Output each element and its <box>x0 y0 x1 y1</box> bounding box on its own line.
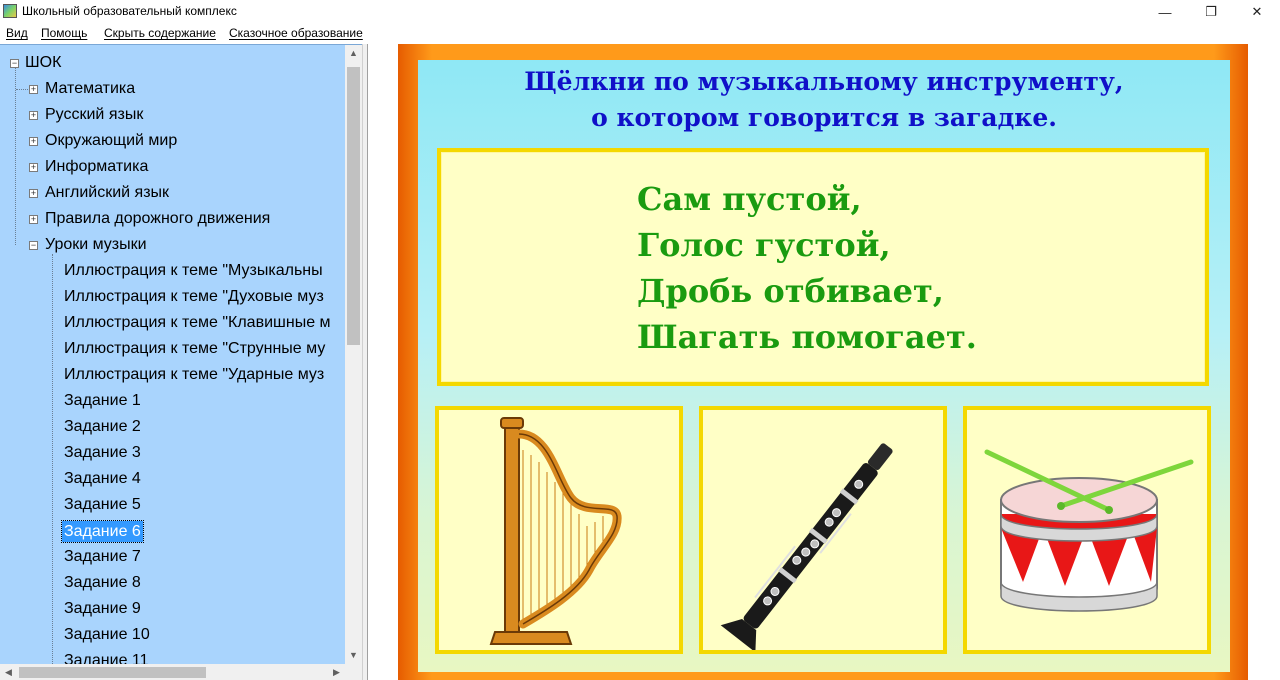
maximize-button[interactable]: ❐ <box>1188 0 1234 24</box>
scroll-down-icon[interactable]: ▼ <box>345 647 362 664</box>
tree-item-task-selected[interactable]: Задание 6 <box>61 520 144 543</box>
tree-item-task[interactable]: Задание 8 <box>64 572 141 594</box>
tree-item-world[interactable]: Окружающий мир <box>45 130 177 152</box>
scroll-thumb[interactable] <box>19 667 206 678</box>
tree-vertical-scrollbar[interactable]: ▲ ▼ <box>345 45 362 664</box>
scroll-right-icon[interactable]: ▶ <box>328 664 345 680</box>
tree-item-illustration[interactable]: Иллюстрация к теме "Музыкальны <box>64 260 323 282</box>
menu-bar: Вид Помощь Скрыть содержание Сказочное о… <box>0 24 1280 44</box>
tree-expander[interactable]: + <box>29 163 38 172</box>
menu-fairy-education[interactable]: Сказочное образование <box>229 26 363 40</box>
tree-item-english[interactable]: Английский язык <box>45 182 169 204</box>
drum-icon <box>984 449 1194 612</box>
tree-item-illustration[interactable]: Иллюстрация к теме "Клавишные м <box>64 312 331 334</box>
riddle-line: Шагать помогает. <box>637 318 977 356</box>
window-title: Школьный образовательный комплекс <box>22 4 237 18</box>
menu-view[interactable]: Вид <box>6 26 28 40</box>
tree-expander[interactable]: + <box>29 189 38 198</box>
close-button[interactable]: ✕ <box>1234 0 1280 24</box>
tree-item-illustration[interactable]: Иллюстрация к теме "Струнные му <box>64 338 325 360</box>
tree-item-traffic-rules[interactable]: Правила дорожного движения <box>45 208 270 230</box>
menu-hide-contents[interactable]: Скрыть содержание <box>104 26 216 40</box>
scroll-left-icon[interactable]: ◀ <box>0 664 17 680</box>
tree-item-task[interactable]: Задание 10 <box>64 624 150 646</box>
task-heading: Щёлкни по музыкальному инструменту, о ко… <box>418 64 1230 136</box>
tree-expander[interactable]: + <box>29 85 38 94</box>
tree-item-math[interactable]: Математика <box>45 78 135 100</box>
tree-item-task[interactable]: Задание 9 <box>64 598 141 620</box>
tree-item-illustration[interactable]: Иллюстрация к теме "Ударные муз <box>64 364 324 386</box>
tree-connector <box>52 254 53 664</box>
tree-connector <box>16 89 30 90</box>
choice-card-drum[interactable] <box>963 406 1211 654</box>
app-window: Школьный образовательный комплекс — ❐ ✕ … <box>0 0 1280 680</box>
heading-line: Щёлкни по музыкальному инструменту, <box>524 67 1124 96</box>
riddle-line: Сам пустой, <box>637 180 862 218</box>
tree-expander[interactable]: + <box>29 215 38 224</box>
app-icon <box>3 4 17 18</box>
scroll-up-icon[interactable]: ▲ <box>345 45 362 62</box>
tree-item-root[interactable]: ШОК <box>25 52 61 74</box>
tree-item-russian[interactable]: Русский язык <box>45 104 143 126</box>
tree-item-task[interactable]: Задание 4 <box>64 468 141 490</box>
tree-item-illustration[interactable]: Иллюстрация к теме "Духовые муз <box>64 286 324 308</box>
tree-item-informatics[interactable]: Информатика <box>45 156 148 178</box>
contents-tree[interactable]: − ШОК + Математика + Русский язык + Окру… <box>0 44 362 680</box>
tree-item-task[interactable]: Задание 1 <box>64 390 141 412</box>
scroll-thumb[interactable] <box>347 67 360 345</box>
tree-item-music[interactable]: Уроки музыки <box>45 234 147 256</box>
tree-expander[interactable]: + <box>29 111 38 120</box>
tree-expander[interactable]: − <box>10 59 19 68</box>
riddle-line: Голос густой, <box>637 226 891 264</box>
title-bar: Школьный образовательный комплекс — ❐ ✕ <box>0 0 1280 24</box>
tree-horizontal-scrollbar[interactable]: ◀ ▶ <box>0 664 362 680</box>
tree-expander[interactable]: + <box>29 137 38 146</box>
clarinet-icon <box>720 443 893 650</box>
menu-help[interactable]: Помощь <box>41 26 87 40</box>
tree-expander[interactable]: − <box>29 241 38 250</box>
riddle-line: Дробь отбивает, <box>637 272 944 310</box>
choice-card-harp[interactable] <box>435 406 683 654</box>
tree-item-task[interactable]: Задание 7 <box>64 546 141 568</box>
heading-line: о котором говорится в загадке. <box>591 103 1057 132</box>
harp-icon <box>489 417 622 645</box>
tree-item-task[interactable]: Задание 2 <box>64 416 141 438</box>
tree-connector <box>15 67 16 245</box>
minimize-button[interactable]: — <box>1142 0 1188 24</box>
tree-item-task[interactable]: Задание 5 <box>64 494 141 516</box>
tree-item-task[interactable]: Задание 3 <box>64 442 141 464</box>
choice-card-clarinet[interactable] <box>699 406 947 654</box>
